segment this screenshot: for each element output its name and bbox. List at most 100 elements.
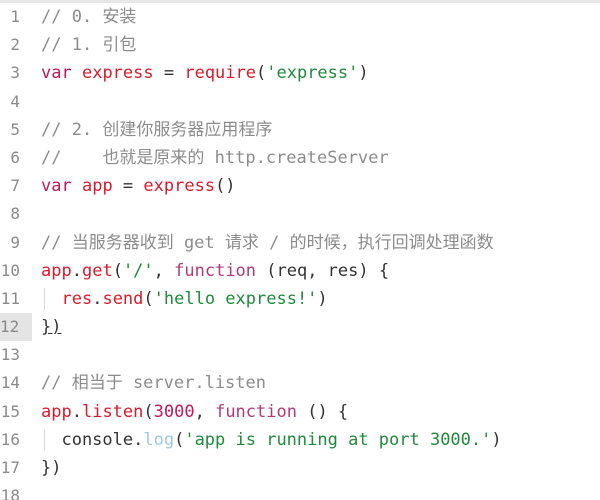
code-token: 'hello express!' bbox=[153, 288, 318, 309]
code-token: () bbox=[215, 176, 236, 197]
code-line[interactable]: 1 // 0. 安装 bbox=[0, 3, 600, 31]
line-number: 9 bbox=[10, 232, 20, 252]
code-token: log bbox=[143, 429, 175, 450]
code-token: // 1. 引包 bbox=[41, 35, 137, 56]
line-number: 12 bbox=[0, 313, 32, 342]
code-line[interactable]: 10 app.get('/', function (req, res) { bbox=[0, 257, 600, 285]
line-number: 18 bbox=[0, 486, 20, 500]
code-token: var bbox=[41, 176, 72, 197]
code-token: express bbox=[143, 176, 216, 197]
line-code: app.get('/', function (req, res) { bbox=[41, 257, 389, 285]
code-token: get bbox=[81, 260, 113, 281]
code-token: }) bbox=[41, 317, 62, 338]
line-number: 15 bbox=[0, 401, 20, 421]
code-token: // 2. 创建你服务器应用程序 bbox=[41, 119, 273, 140]
line-number: 16 bbox=[0, 429, 20, 449]
code-line[interactable]: 7 var app = express() bbox=[0, 172, 600, 200]
code-token: 3000 bbox=[153, 401, 195, 422]
code-token: send bbox=[102, 288, 144, 309]
code-token: ( bbox=[174, 429, 185, 450]
code-token: // 0. 安装 bbox=[41, 7, 137, 27]
code-token: () { bbox=[296, 401, 349, 422]
code-token: // 当服务器收到 get 请求 / 的时候，执行回调处理函数 bbox=[41, 232, 494, 253]
code-token: . bbox=[92, 288, 103, 309]
code-line[interactable]: 4 bbox=[0, 88, 600, 116]
code-token: app bbox=[81, 176, 113, 197]
line-code: res.send('hello express!') bbox=[41, 285, 328, 313]
code-line[interactable]: 9 // 当服务器收到 get 请求 / 的时候，执行回调处理函数 bbox=[0, 229, 600, 257]
code-token: , bbox=[153, 260, 175, 281]
code-token: ( bbox=[143, 288, 154, 309]
code-token: (req, res) { bbox=[256, 260, 390, 281]
code-token: 'express' bbox=[266, 63, 359, 84]
line-code: }) bbox=[41, 313, 61, 341]
code-token: listen bbox=[81, 401, 144, 422]
code-token: ( bbox=[143, 401, 154, 422]
code-line[interactable]: 3 var express = require('express') bbox=[0, 59, 600, 87]
code-token: function bbox=[215, 401, 297, 422]
code-token: var bbox=[41, 63, 72, 84]
code-line[interactable]: 12}) bbox=[0, 313, 600, 342]
code-token: ( bbox=[256, 63, 267, 84]
code-line[interactable]: 13 bbox=[0, 341, 600, 369]
line-number: 4 bbox=[10, 91, 20, 111]
line-code: // 1. 引包 bbox=[41, 31, 136, 59]
line-number: 1 bbox=[10, 7, 20, 26]
code-line[interactable]: 8 bbox=[0, 200, 600, 228]
code-token: '/' bbox=[122, 260, 154, 281]
line-code: console.log('app is running at port 3000… bbox=[41, 426, 502, 454]
code-token: = bbox=[153, 63, 185, 84]
line-code: }) bbox=[41, 454, 61, 482]
line-number: 8 bbox=[10, 204, 20, 224]
code-token: // 相当于 server.listen bbox=[41, 373, 266, 394]
line-number: 2 bbox=[10, 35, 20, 55]
line-code: var app = express() bbox=[41, 172, 236, 200]
line-number: 5 bbox=[10, 119, 20, 139]
line-code: // 相当于 server.listen bbox=[41, 369, 266, 397]
code-editor[interactable]: 1 // 0. 安装 2 // 1. 引包 3 var express = require… bbox=[0, 0, 600, 500]
code-line[interactable]: 16 console.log('app is running at port 3… bbox=[0, 426, 600, 454]
code-line[interactable]: 6 // 也就是原来的 http.createServer bbox=[0, 144, 600, 172]
line-code: // 0. 安装 bbox=[41, 3, 136, 31]
code-token: require bbox=[184, 63, 256, 84]
code-token: . bbox=[71, 401, 82, 422]
code-line[interactable]: 11 res.send('hello express!') bbox=[0, 285, 600, 313]
code-area[interactable]: 1 // 0. 安装 2 // 1. 引包 3 var express = require… bbox=[0, 3, 600, 500]
code-token: }) bbox=[41, 458, 62, 478]
code-line[interactable]: 2 // 1. 引包 bbox=[0, 31, 600, 59]
code-line[interactable]: 17}) bbox=[0, 454, 600, 482]
code-token: res bbox=[61, 288, 93, 309]
code-token: , bbox=[194, 401, 216, 422]
code-token: express bbox=[81, 63, 154, 84]
code-token: . bbox=[71, 260, 82, 281]
code-token: ) bbox=[358, 63, 369, 84]
line-number: 3 bbox=[10, 63, 20, 83]
line-number: 17 bbox=[0, 458, 20, 477]
line-code: var express = require('express') bbox=[41, 59, 369, 87]
line-code: // 也就是原来的 http.createServer bbox=[41, 144, 389, 172]
code-token: // 也就是原来的 http.createServer bbox=[41, 147, 389, 168]
code-token: ( bbox=[112, 260, 123, 281]
code-line[interactable]: 18 bbox=[0, 482, 600, 500]
code-token: ) bbox=[317, 288, 328, 309]
line-number: 14 bbox=[0, 373, 20, 393]
line-code: // 2. 创建你服务器应用程序 bbox=[41, 116, 272, 144]
code-token: function bbox=[174, 260, 257, 281]
code-line[interactable]: 5 // 2. 创建你服务器应用程序 bbox=[0, 116, 600, 144]
line-number: 10 bbox=[0, 260, 20, 280]
line-number: 7 bbox=[10, 176, 20, 196]
code-line[interactable]: 15 app.listen(3000, function () { bbox=[0, 398, 600, 426]
code-line[interactable]: 14 // 相当于 server.listen bbox=[0, 369, 600, 397]
line-number: 11 bbox=[0, 288, 20, 308]
code-token: = bbox=[112, 176, 144, 197]
line-number: 13 bbox=[0, 345, 20, 365]
line-number: 6 bbox=[10, 147, 20, 167]
code-token: app bbox=[41, 260, 72, 281]
code-token: console. bbox=[41, 429, 144, 450]
line-code: // 当服务器收到 get 请求 / 的时候，执行回调处理函数 bbox=[41, 229, 494, 257]
code-token: ) bbox=[491, 429, 502, 450]
code-token: 'app is running at port 3000.' bbox=[184, 429, 492, 450]
